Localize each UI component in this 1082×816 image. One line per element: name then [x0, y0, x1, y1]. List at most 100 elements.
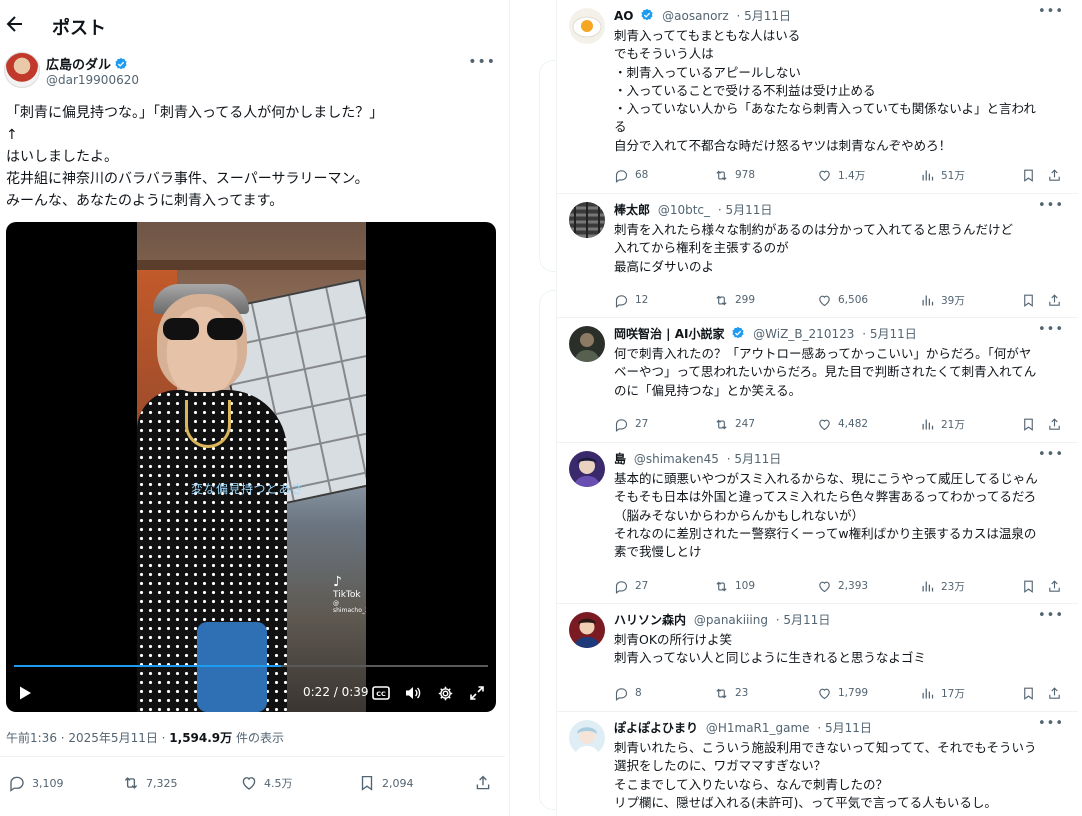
- views-button[interactable]: 21万: [920, 415, 965, 433]
- more-options-icon[interactable]: •••: [468, 54, 496, 70]
- share-button[interactable]: [1047, 684, 1062, 702]
- reply-avatar[interactable]: [569, 451, 605, 487]
- repost-button[interactable]: 978: [714, 166, 755, 184]
- post-timestamp[interactable]: 午前1:36 · 2025年5月11日 ·: [6, 731, 169, 745]
- views-button[interactable]: 23万: [920, 577, 965, 595]
- repost-button[interactable]: 23: [714, 684, 748, 702]
- reply-author-name[interactable]: ぽよぽよひまり: [614, 721, 698, 735]
- reply-button[interactable]: 27: [614, 577, 648, 595]
- like-button[interactable]: 6,506: [817, 291, 868, 309]
- back-button[interactable]: [4, 10, 26, 38]
- repost-button[interactable]: 7,325: [122, 772, 178, 794]
- views-button[interactable]: 17万: [920, 684, 965, 702]
- fullscreen-button[interactable]: [466, 682, 488, 704]
- captions-button[interactable]: CC: [370, 682, 392, 704]
- reply-button[interactable]: 68: [614, 166, 648, 184]
- reply-count: 68: [635, 169, 649, 181]
- reply-date[interactable]: · 5月11日: [776, 613, 831, 627]
- like-button[interactable]: 4,482: [817, 415, 868, 433]
- author-avatar[interactable]: [4, 52, 40, 88]
- bookmark-button[interactable]: [1021, 166, 1036, 184]
- more-options-icon[interactable]: •••: [1038, 4, 1064, 19]
- reply-date[interactable]: · 5月11日: [817, 721, 872, 735]
- bookmark-button[interactable]: 2,094: [358, 772, 414, 794]
- reply-author-name[interactable]: 棒太郎: [614, 203, 650, 217]
- bookmark-button[interactable]: [1021, 684, 1036, 702]
- reply-item[interactable]: 岡咲智治 | AI小説家 @WiZ_B_210123 · 5月11日 ••• 何…: [557, 318, 1078, 443]
- like-button[interactable]: 2,393: [817, 577, 868, 595]
- bookmark-button[interactable]: [1021, 415, 1036, 433]
- bookmark-button[interactable]: [1021, 291, 1036, 309]
- reply-avatar[interactable]: [569, 8, 605, 44]
- reply-text: 刺青いれたら、こういう施設利用できないって知ってて、それでもそういう 選択をした…: [614, 739, 1069, 812]
- share-button[interactable]: [474, 772, 492, 794]
- reply-avatar[interactable]: [569, 202, 605, 238]
- repost-button[interactable]: 299: [714, 291, 755, 309]
- more-options-icon[interactable]: •••: [1038, 322, 1064, 337]
- more-options-icon[interactable]: •••: [1038, 608, 1064, 623]
- reply-item[interactable]: 棒太郎 @10btc_ · 5月11日 ••• 刺青を入れたら様々な制約があるの…: [557, 194, 1078, 318]
- share-button[interactable]: [1047, 166, 1062, 184]
- share-button[interactable]: [1047, 415, 1062, 433]
- volume-button[interactable]: [402, 682, 424, 704]
- post-header: ポスト: [0, 0, 510, 50]
- reply-item[interactable]: 島 @shimaken45 · 5月11日 ••• 基本的に頭悪いやつがスミ入れ…: [557, 443, 1078, 604]
- video-progress-bar[interactable]: [14, 665, 488, 667]
- video-frame[interactable]: 変な偏見持つとあさ ♪ TikTok @ shimacho_3117: [137, 222, 366, 712]
- share-icon: [476, 775, 490, 790]
- reply-avatar[interactable]: [569, 720, 605, 756]
- like-button[interactable]: 1.4万: [817, 166, 865, 184]
- reply-author-name[interactable]: ハリソン森内: [614, 613, 686, 627]
- more-options-icon[interactable]: •••: [1038, 716, 1064, 731]
- views-button[interactable]: 51万: [920, 166, 965, 184]
- reply-date[interactable]: · 5月11日: [718, 203, 773, 217]
- reply-date[interactable]: · 5月11日: [862, 327, 917, 341]
- reply-avatar[interactable]: [569, 612, 605, 648]
- share-icon: [1049, 417, 1060, 430]
- reply-button[interactable]: 3,109: [8, 772, 64, 794]
- repost-button[interactable]: 247: [714, 415, 755, 433]
- more-options-icon[interactable]: •••: [1038, 198, 1064, 213]
- reply-item[interactable]: ハリソン森内 @panakiiing · 5月11日 ••• 刺青OKの所行けよ…: [557, 604, 1078, 712]
- bookmark-button[interactable]: [1021, 577, 1036, 595]
- side-panel-edge: [539, 290, 557, 810]
- reply-author-name[interactable]: 島: [614, 452, 626, 466]
- reply-avatar[interactable]: [569, 326, 605, 362]
- reply-button[interactable]: 27: [614, 415, 648, 433]
- reply-handle[interactable]: @10btc_: [658, 203, 710, 217]
- post-author: 広島のダル @dar19900620 •••: [4, 52, 504, 92]
- like-button[interactable]: 4.5万: [240, 772, 293, 794]
- post-text: 「刺青に偏見持つな。」「刺青入ってる人が何かしました？」 ↑ はいしましたよ。 …: [6, 102, 501, 212]
- reply-button[interactable]: 8: [614, 684, 642, 702]
- verified-badge-icon: [732, 326, 744, 339]
- author-name[interactable]: 広島のダル: [46, 58, 111, 73]
- reply-handle[interactable]: @WiZ_B_210123: [753, 327, 854, 341]
- repost-button[interactable]: 109: [714, 577, 755, 595]
- reply-item[interactable]: ぽよぽよひまり @H1maR1_game · 5月11日 ••• 刺青いれたら、…: [557, 712, 1078, 816]
- reply-date[interactable]: · 5月11日: [727, 452, 782, 466]
- reply-handle[interactable]: @aosanorz: [662, 9, 728, 23]
- like-button[interactable]: 1,799: [817, 684, 868, 702]
- share-button[interactable]: [1047, 577, 1062, 595]
- share-button[interactable]: [1047, 291, 1062, 309]
- reply-item[interactable]: AO @aosanorz · 5月11日 ••• 刺青入っててもまともな人はいる…: [557, 0, 1078, 194]
- play-icon: [20, 686, 31, 700]
- settings-button[interactable]: [434, 682, 456, 704]
- reply-author-name[interactable]: 岡咲智治 | AI小説家: [614, 327, 725, 341]
- reply-handle[interactable]: @panakiiing: [694, 613, 768, 627]
- reply-handle[interactable]: @H1maR1_game: [706, 721, 810, 735]
- reply-author-name[interactable]: AO: [614, 9, 634, 23]
- repost-count: 247: [735, 418, 756, 430]
- more-options-icon[interactable]: •••: [1038, 447, 1064, 462]
- views-button[interactable]: 39万: [920, 291, 965, 309]
- video-player[interactable]: 変な偏見持つとあさ ♪ TikTok @ shimacho_3117 0:22 …: [6, 222, 496, 712]
- reply-button[interactable]: 12: [614, 291, 648, 309]
- reply-icon: [10, 776, 24, 792]
- author-name-row[interactable]: 広島のダル: [46, 54, 128, 73]
- reply-actions: 8 23 1,799 17万: [614, 684, 1064, 702]
- tiktok-label: TikTok: [333, 590, 361, 600]
- author-handle[interactable]: @dar19900620: [46, 73, 139, 87]
- reply-handle[interactable]: @shimaken45: [634, 452, 719, 466]
- reply-date[interactable]: · 5月11日: [736, 9, 791, 23]
- play-button[interactable]: [14, 682, 36, 704]
